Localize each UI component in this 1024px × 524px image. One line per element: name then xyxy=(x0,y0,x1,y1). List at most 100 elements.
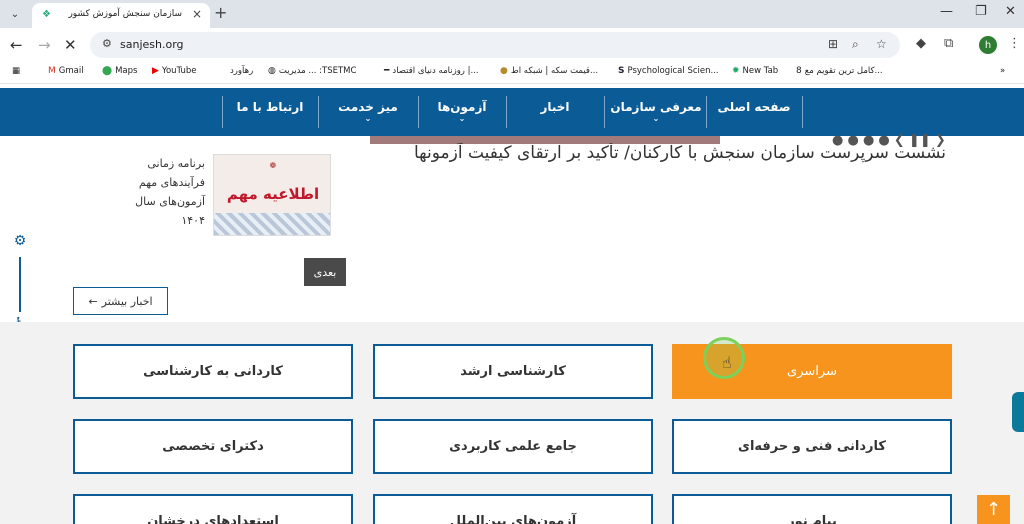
bookmark-gheymat-sekeh[interactable]: ● قیمت سکه | شبکه اط... xyxy=(500,66,598,76)
bookmark-tsetmc[interactable]: ◍ مدیریت ... :TSETMC xyxy=(268,66,356,76)
hand-cursor-icon: ☝ xyxy=(722,353,732,372)
site-info-icon[interactable]: ⚙ xyxy=(102,37,112,50)
floating-widget[interactable] xyxy=(1012,392,1024,432)
window-close-icon[interactable]: ✕ xyxy=(1005,4,1016,19)
bookmark-label: مدیریت ... :TSETMC xyxy=(278,66,357,76)
gmail-icon: M xyxy=(48,66,56,76)
youtube-icon: ▶ xyxy=(152,66,159,76)
bookmark-gmail[interactable]: M Gmail xyxy=(48,66,84,76)
card-master[interactable]: کارشناسی ارشد xyxy=(373,344,653,399)
bookmark-label: Gmail xyxy=(58,66,84,76)
apps-icon[interactable]: ▦ xyxy=(12,66,20,76)
minimize-icon[interactable]: — xyxy=(940,4,953,19)
sun-icon: ✹ xyxy=(732,66,740,76)
nav-contact[interactable]: ارتباط با ما xyxy=(222,100,318,128)
nav-label: معرفی سازمان xyxy=(610,100,702,114)
chevron-down-icon: ⌄ xyxy=(364,114,372,123)
next-button[interactable]: بعدی xyxy=(304,258,346,286)
bookmark-maps[interactable]: ⬤ Maps xyxy=(102,66,137,76)
more-news-label: اخبار بیشتر xyxy=(101,294,153,308)
bookmark-label: کامل ترین تقویم مع... xyxy=(804,66,883,76)
menu-icon[interactable]: ⋮ xyxy=(1008,36,1021,51)
back-icon[interactable]: ← xyxy=(10,36,23,54)
bookmark-youtube[interactable]: ▶ YouTube xyxy=(152,66,197,76)
card-payam-noor[interactable]: پیام نور xyxy=(672,494,952,524)
nav-label: صفحه اصلی xyxy=(717,100,791,114)
translate-icon[interactable]: ⊞ xyxy=(828,37,838,51)
settings-gear-icon[interactable]: ⚙ xyxy=(10,233,30,249)
scroll-top-button[interactable]: ↑ xyxy=(977,495,1010,524)
bookmark-psychological[interactable]: S Psychological Scien... xyxy=(618,66,719,76)
bookmark-star-icon[interactable]: ☆ xyxy=(876,37,887,51)
browser-toolbar: ← → ✕ ⚙ sanjesh.org ⊞ ⌕ ☆ ◆ ⧉ h ⋮ xyxy=(0,28,1024,62)
card-international[interactable]: آزمون‌های بین‌الملل xyxy=(373,494,653,524)
more-news-button[interactable]: اخبار بیشتر ← xyxy=(73,287,168,315)
emblem-icon: ❁ xyxy=(269,161,277,170)
bookmark-label: Psychological Scien... xyxy=(627,66,719,76)
bookmarks-bar: ▦ M Gmail ⬤ Maps ▶ YouTube رهآورد ◍ مدیریت .… xyxy=(0,62,1024,84)
maps-icon: ⬤ xyxy=(102,66,113,76)
nav-exams[interactable]: آزمون‌ها ⌄ xyxy=(418,100,506,128)
nav-label: اخبار xyxy=(540,100,570,114)
coin-icon: ● xyxy=(500,66,508,76)
nav-divider xyxy=(506,96,507,128)
arrow-left-icon: ← xyxy=(88,294,98,308)
more-bookmarks-icon[interactable]: » xyxy=(1000,66,1005,76)
bookmark-label: Maps xyxy=(115,66,138,76)
dash-icon: ━ xyxy=(384,66,390,76)
notice-pattern xyxy=(214,213,330,235)
nav-home[interactable]: صفحه اصلی xyxy=(706,100,802,128)
nav-service-desk[interactable]: میز خدمت ⌄ xyxy=(318,100,418,128)
site-navbar: صفحه اصلی معرفی سازمان ⌄ اخبار آزمون‌ها ⌄ … xyxy=(0,88,1024,136)
bookmark-label: رهآورد xyxy=(230,66,254,76)
calendar-icon: 8 xyxy=(796,66,802,76)
close-icon[interactable]: × xyxy=(192,7,202,21)
toolbar-divider xyxy=(19,257,21,312)
chevron-down-icon: ⌄ xyxy=(652,114,660,123)
card-associate-to-bachelor[interactable]: کاردانی به کارشناسی xyxy=(73,344,353,399)
news-headline[interactable]: نشست سرپرست سازمان سنجش با کارکنان/ تأکی… xyxy=(366,143,946,163)
stop-icon[interactable]: ✕ xyxy=(64,36,77,54)
restore-icon[interactable]: ❐ xyxy=(975,4,987,19)
bookmark-calendar[interactable]: 8 کامل ترین تقویم مع... xyxy=(796,66,883,76)
nav-divider xyxy=(418,96,419,128)
nav-divider xyxy=(604,96,605,128)
card-talented[interactable]: استعدادهای درخشان xyxy=(73,494,353,524)
card-applied-science[interactable]: جامع علمی کاربردی xyxy=(373,419,653,474)
nav-divider xyxy=(802,96,803,128)
chevron-down-icon: ⌄ xyxy=(458,114,466,123)
tab-title: سازمان سنجش آموزش کشور xyxy=(68,9,182,19)
nav-label: میز خدمت xyxy=(338,100,398,114)
tab-search-icon[interactable]: ⌄ xyxy=(6,5,24,23)
url-text: sanjesh.org xyxy=(120,38,184,51)
profile-avatar[interactable]: h xyxy=(979,36,997,54)
zoom-icon[interactable]: ⌕ xyxy=(852,37,859,52)
nav-label: ارتباط با ما xyxy=(236,100,304,114)
extension-icon[interactable]: ◆ xyxy=(916,36,926,51)
address-bar[interactable]: ⚙ sanjesh.org ⊞ ⌕ ☆ xyxy=(90,32,900,58)
globe-icon: ◍ xyxy=(268,66,276,76)
bookmark-new-tab[interactable]: ✹ New Tab xyxy=(732,66,778,76)
s-icon: S xyxy=(618,66,625,76)
important-notice-image[interactable]: ❁ اطلاعیه مهم xyxy=(213,154,331,236)
news-item-text[interactable]: برنامه زمانی فرآیندهای مهم آزمون‌های سال… xyxy=(130,154,205,230)
nav-label: آزمون‌ها xyxy=(437,100,487,114)
forward-icon[interactable]: → xyxy=(38,36,51,54)
nav-divider xyxy=(706,96,707,128)
bookmark-rahavard[interactable]: رهآورد xyxy=(230,66,253,76)
extensions-puzzle-icon[interactable]: ⧉ xyxy=(944,36,953,51)
arrow-up-icon: ↑ xyxy=(985,499,1002,520)
card-phd[interactable]: دکترای تخصصی xyxy=(73,419,353,474)
new-tab-icon[interactable]: + xyxy=(214,3,227,22)
bookmark-label: New Tab xyxy=(742,66,779,76)
nav-news[interactable]: اخبار xyxy=(506,100,604,128)
bookmark-label: قیمت سکه | شبکه اط... xyxy=(510,66,599,76)
card-technical-vocational[interactable]: کاردانی فنی و حرفه‌ای xyxy=(672,419,952,474)
browser-tab[interactable]: ❖ سازمان سنجش آموزش کشور × xyxy=(32,3,210,28)
browser-tab-strip: ⌄ ❖ سازمان سنجش آموزش کشور × + — ❐ ✕ xyxy=(0,0,1024,28)
bookmark-label: روزنامه دنیای اقتصاد |... xyxy=(392,66,479,76)
bookmark-label: YouTube xyxy=(161,66,197,76)
nav-about[interactable]: معرفی سازمان ⌄ xyxy=(606,100,706,128)
notice-title: اطلاعیه مهم xyxy=(226,185,320,203)
bookmark-donya-eqtesad[interactable]: ━ روزنامه دنیای اقتصاد |... xyxy=(384,66,479,76)
